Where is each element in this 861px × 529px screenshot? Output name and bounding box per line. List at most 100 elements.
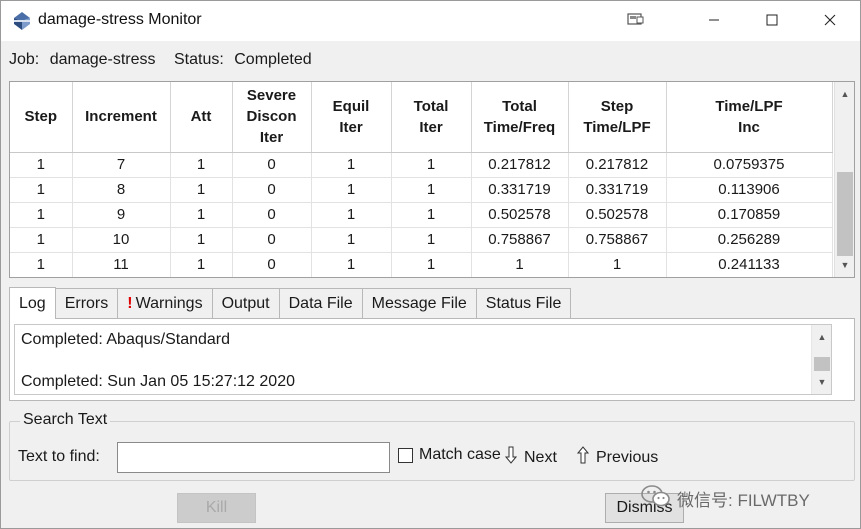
table-row[interactable]: 1 10 1 0 1 1 0.758867 0.758867 0.256289 — [10, 227, 833, 253]
close-button[interactable] — [807, 1, 853, 41]
search-group-title: Search Text — [20, 411, 111, 429]
table-cell: 0 — [232, 202, 312, 228]
watermark: 微信号: FILWTBY — [641, 484, 810, 513]
table-row[interactable]: 1 7 1 0 1 1 0.217812 0.217812 0.0759375 — [10, 152, 833, 178]
tab-label: Data File — [288, 295, 353, 312]
next-button[interactable]: Next — [504, 446, 557, 469]
header-text: Equil — [332, 97, 370, 115]
column-header[interactable]: Step Time/LPF — [568, 82, 667, 153]
tab-label: Warnings — [135, 295, 203, 312]
column-header[interactable]: Total Iter — [391, 82, 472, 153]
scroll-thumb[interactable] — [814, 357, 830, 371]
next-label: Next — [524, 448, 557, 466]
table-cell: 7 — [72, 152, 171, 178]
table-cell: 1 — [10, 177, 73, 203]
log-scrollbar[interactable]: ▲ ▼ — [811, 325, 831, 394]
previous-button[interactable]: Previous — [576, 446, 658, 469]
minimize-button[interactable] — [691, 1, 737, 41]
header-text: Increment — [85, 108, 157, 126]
job-label: Job: — [9, 51, 40, 68]
column-header[interactable]: Time/LPF Inc — [666, 82, 833, 153]
find-input[interactable] — [117, 442, 390, 473]
log-panel: Completed: Abaqus/Standard Completed: Su… — [9, 318, 855, 401]
restore-window-button[interactable] — [613, 1, 659, 41]
scroll-up-icon[interactable]: ▲ — [812, 327, 832, 347]
table-cell: 1 — [170, 177, 233, 203]
table-cell: 1 — [391, 177, 472, 203]
table-cell: 1 — [311, 152, 392, 178]
header-text: Iter — [339, 118, 363, 136]
table-scrollbar[interactable]: ▲ ▼ — [834, 82, 854, 277]
increments-table: Step Increment Att Severe Discon Iter Equil Ite… — [9, 81, 855, 278]
table-cell: 0.241133 — [666, 252, 833, 277]
arrow-up-icon — [576, 446, 596, 469]
log-tabs: Log Errors ! Warnings Output Data File Message… — [9, 287, 572, 319]
tab-label: Status File — [485, 295, 562, 312]
tab-log[interactable]: Log — [9, 287, 56, 319]
table-cell: 1 — [10, 227, 73, 253]
table-row[interactable]: 1 11 1 0 1 1 1 1 0.241133 — [10, 252, 833, 277]
table-row[interactable]: 1 9 1 0 1 1 0.502578 0.502578 0.170859 — [10, 202, 833, 228]
column-header[interactable]: Total Time/Freq — [471, 82, 569, 153]
job-status-line: Job: damage-stress Status: Completed — [9, 51, 318, 69]
match-case-checkbox[interactable]: Match case — [398, 446, 501, 464]
column-header[interactable]: Att — [170, 82, 233, 153]
table-cell: 0.758867 — [568, 227, 667, 253]
status-label: Status: — [173, 51, 224, 68]
header-text: Step — [600, 97, 634, 115]
table-cell: 1 — [391, 227, 472, 253]
table-cell: 1 — [391, 202, 472, 228]
table-cell: 0.758867 — [471, 227, 569, 253]
close-icon — [824, 13, 836, 30]
tab-errors[interactable]: Errors — [54, 288, 119, 319]
title-bar: damage-stress Monitor — [1, 1, 860, 41]
column-header[interactable]: Increment — [72, 82, 171, 153]
status-value: Completed — [234, 51, 312, 68]
header-text: Att — [190, 108, 212, 126]
tab-output[interactable]: Output — [211, 288, 280, 319]
table-cell: 0.256289 — [666, 227, 833, 253]
table-cell: 0.331719 — [471, 177, 569, 203]
log-line: Completed: Abaqus/Standard — [21, 331, 231, 348]
watermark-text: 微信号: FILWTBY — [677, 491, 810, 510]
table-cell: 1 — [170, 152, 233, 178]
restore-window-icon — [627, 12, 645, 30]
tab-label: Output — [221, 295, 270, 312]
table-cell: 1 — [568, 252, 667, 277]
tab-status-file[interactable]: Status File — [475, 288, 572, 319]
scroll-up-icon[interactable]: ▲ — [835, 84, 854, 104]
table-cell: 1 — [170, 202, 233, 228]
tab-label: Errors — [64, 295, 109, 312]
table-cell: 1 — [10, 252, 73, 277]
tab-warnings[interactable]: ! Warnings — [117, 288, 213, 319]
increments-grid: Step Increment Att Severe Discon Iter Equil Ite… — [10, 82, 833, 277]
table-cell: 0 — [232, 152, 312, 178]
tab-message-file[interactable]: Message File — [361, 288, 477, 319]
tab-data-file[interactable]: Data File — [278, 288, 363, 319]
table-cell: 0.502578 — [471, 202, 569, 228]
header-text: Step — [24, 108, 57, 126]
maximize-button[interactable] — [749, 1, 795, 41]
table-cell: 1 — [170, 252, 233, 277]
checkbox-box[interactable] — [398, 447, 413, 463]
column-header[interactable]: Step — [10, 82, 73, 153]
kill-button[interactable]: Kill — [177, 493, 256, 523]
log-text-area[interactable]: Completed: Abaqus/Standard Completed: Su… — [14, 324, 832, 395]
log-line: Completed: Sun Jan 05 15:27:12 2020 — [21, 373, 295, 390]
monitor-window: damage-stress Monitor Job: damage-stress… — [0, 0, 861, 529]
column-header[interactable]: Severe Discon Iter — [232, 82, 312, 153]
table-cell: 1 — [311, 202, 392, 228]
header-text: Time/LPF — [583, 118, 651, 136]
header-text: Inc — [738, 118, 760, 136]
header-text: Iter — [259, 129, 284, 147]
scroll-down-icon[interactable]: ▼ — [812, 372, 832, 392]
table-cell: 1 — [170, 227, 233, 253]
table-row[interactable]: 1 8 1 0 1 1 0.331719 0.331719 0.113906 — [10, 177, 833, 203]
scroll-thumb[interactable] — [837, 172, 853, 256]
scroll-down-icon[interactable]: ▼ — [835, 255, 854, 275]
table-header-row: Step Increment Att Severe Discon Iter Equil Ite… — [10, 82, 833, 153]
window-title: damage-stress Monitor — [38, 11, 202, 28]
table-cell: 0.502578 — [568, 202, 667, 228]
column-header[interactable]: Equil Iter — [311, 82, 392, 153]
